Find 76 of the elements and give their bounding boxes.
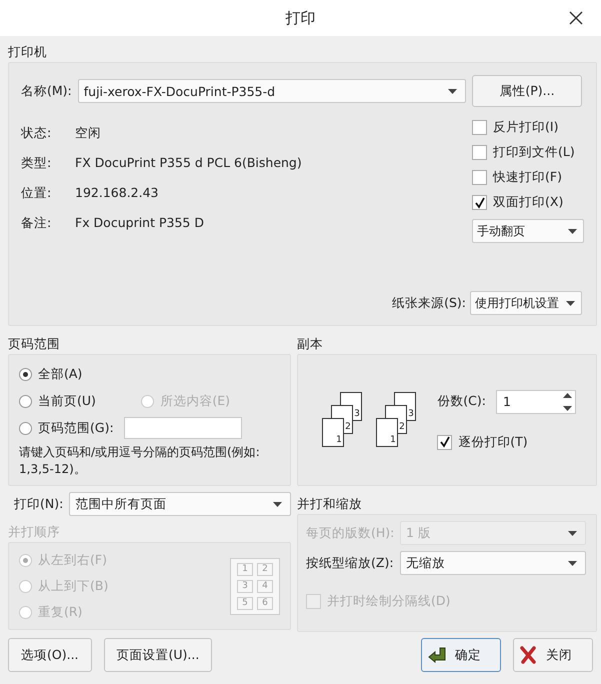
caret-icon (566, 300, 575, 306)
group-heading: 副本 (297, 335, 324, 353)
page-number: 3 (354, 409, 360, 419)
dialog-button[interactable]: 选项(O)... (8, 638, 92, 672)
checkbox-label: 反片打印(I) (493, 119, 558, 136)
radio-button[interactable] (19, 394, 32, 408)
radio-label: 当前页(U) (38, 392, 96, 410)
radio-label: 页码范围(G): (38, 420, 114, 436)
hint-text: 请键入页码和/或用逗号分隔的页码范围(例如: 1,3,5-12)。 (19, 444, 261, 478)
caret-icon (568, 228, 577, 234)
field-label: 纸张来源(S): (392, 294, 466, 312)
arrow-icon (428, 647, 446, 663)
page-number: 2 (257, 562, 273, 576)
page-number: 3 (408, 409, 414, 419)
checkbox-label: 快速打印(F) (493, 169, 562, 186)
field-label: 每页的版数(H): (306, 524, 394, 542)
info-label: 状态: (21, 125, 52, 142)
field-label: 份数(C): (437, 393, 486, 410)
print-pages-dropdown[interactable]: 范围中所有页面 (69, 492, 291, 516)
caret-icon (568, 530, 577, 536)
radio-label: 所选内容(E) (160, 392, 230, 410)
checkbox[interactable] (437, 434, 452, 450)
radio-button[interactable] (19, 368, 32, 380)
radio-label: 从上到下(B) (38, 578, 108, 594)
page-number: 2 (345, 422, 351, 432)
group-heading: 打印机 (8, 43, 48, 61)
printer-dropdown[interactable]: fuji-xerox-FX-DocuPrint-P355-d (78, 79, 466, 103)
caret-icon (568, 560, 577, 566)
checkbox[interactable] (472, 145, 487, 160)
page-number: 3 (237, 580, 253, 592)
ok-button[interactable]: 确定 (421, 638, 501, 672)
duplex-dropdown[interactable]: 手动翻页 (472, 219, 584, 243)
checkbox-label: 双面打印(X) (493, 194, 564, 211)
close-button[interactable]: 关闭 (513, 638, 593, 672)
group-heading: 并打和缩放 (297, 495, 363, 513)
page-number: 1 (390, 435, 396, 445)
checkbox[interactable] (472, 120, 487, 135)
checkbox-label: 并打时绘制分隔线(D) (327, 593, 450, 610)
group-heading: 并打顺序 (8, 523, 61, 541)
dialog-button[interactable]: 页面设置(U)... (104, 638, 212, 672)
info-value: FX DocuPrint P355 d PCL 6(Bisheng) (75, 155, 302, 172)
properties-button[interactable]: 属性(P)... (472, 75, 582, 107)
radio-label: 全部(A) (38, 366, 82, 382)
caret-icon (273, 502, 282, 506)
radio-label: 从左到右(F) (38, 552, 107, 568)
page-range-field[interactable] (124, 417, 242, 439)
page-number: 5 (237, 596, 253, 610)
page-number: 4 (257, 580, 273, 592)
checkbox[interactable] (472, 195, 487, 210)
radio-label: 重复(R) (38, 604, 82, 620)
checkbox-label: 打印到文件(L) (493, 144, 575, 161)
page-number: 1 (336, 435, 342, 445)
info-value: 192.168.2.43 (75, 185, 158, 202)
field-label: 打印(N): (14, 496, 64, 512)
radio-button[interactable] (19, 422, 32, 434)
info-label: 位置: (21, 185, 52, 202)
info-value: Fx Docuprint P355 D (75, 215, 204, 232)
page-number: 6 (257, 596, 273, 610)
close-icon[interactable] (569, 11, 583, 25)
checkbox-label: 逐份打印(T) (458, 434, 528, 450)
caret-icon (448, 88, 457, 94)
window-title: 打印 (286, 8, 316, 28)
checkbox[interactable] (472, 170, 487, 185)
paper-source-dropdown[interactable]: 使用打印机设置 (470, 291, 582, 315)
info-value: 空闲 (75, 125, 101, 142)
info-label: 类型: (21, 155, 52, 172)
page-number: 1 (237, 562, 253, 576)
field-label: 名称(M): (21, 82, 72, 100)
copies-spinbox[interactable]: 1 (496, 390, 576, 414)
spin-arrows-icon[interactable] (563, 392, 572, 412)
group-heading: 页码范围 (8, 335, 61, 353)
field-label: 按纸型缩放(Z): (306, 554, 394, 572)
cross-icon (520, 646, 536, 664)
info-label: 备注: (21, 215, 52, 232)
page-number: 2 (399, 422, 405, 432)
scale-dropdown[interactable]: 无缩放 (400, 551, 586, 575)
